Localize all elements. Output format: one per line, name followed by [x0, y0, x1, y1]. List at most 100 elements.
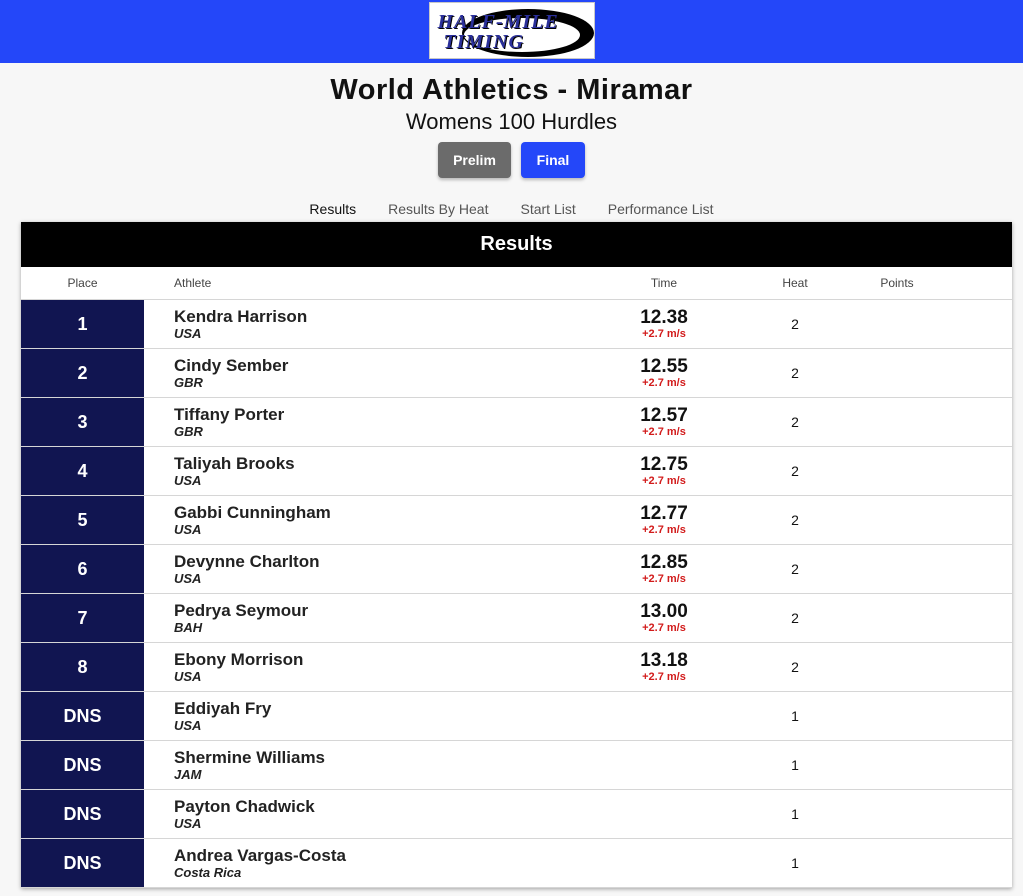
- place-cell: 5: [21, 496, 144, 544]
- heat-cell: 1: [791, 806, 799, 822]
- prelim-button[interactable]: Prelim: [438, 142, 511, 178]
- table-row[interactable]: 8 Ebony Morrison USA 13.18 +2.7 m/s 2: [21, 643, 1012, 692]
- athlete-cell: Pedrya Seymour BAH: [144, 594, 584, 642]
- points-cell: [846, 839, 948, 887]
- time-cell: 12.85 +2.7 m/s: [584, 545, 744, 593]
- athlete-team: USA: [174, 325, 202, 341]
- athlete-name[interactable]: Taliyah Brooks: [174, 454, 584, 473]
- athlete-team: GBR: [174, 423, 203, 439]
- wind-reading: +2.7 m/s: [642, 671, 686, 683]
- heat-cell: 2: [791, 414, 799, 430]
- time-value: 12.75: [640, 454, 688, 475]
- time-value: 12.77: [640, 503, 688, 524]
- points-cell: [846, 300, 948, 348]
- final-button[interactable]: Final: [521, 142, 585, 178]
- logo-line-2: TIMING: [443, 31, 524, 53]
- points-cell: [846, 692, 948, 740]
- table-row[interactable]: 3 Tiffany Porter GBR 12.57 +2.7 m/s 2: [21, 398, 1012, 447]
- athlete-cell: Andrea Vargas-Costa Costa Rica: [144, 839, 584, 887]
- heat-cell: 1: [791, 757, 799, 773]
- heat-cell: 2: [791, 561, 799, 577]
- athlete-name[interactable]: Andrea Vargas-Costa: [174, 846, 584, 865]
- event-title: Womens 100 Hurdles: [405, 109, 618, 134]
- place-cell: 6: [21, 545, 144, 593]
- points-cell: [846, 741, 948, 789]
- athlete-team: USA: [174, 717, 202, 733]
- athlete-cell: Shermine Williams JAM: [144, 741, 584, 789]
- table-row[interactable]: 6 Devynne Charlton USA 12.85 +2.7 m/s 2: [21, 545, 1012, 594]
- column-place: Place: [67, 276, 98, 290]
- athlete-name[interactable]: Cindy Sember: [174, 356, 584, 375]
- place-cell: 4: [21, 447, 144, 495]
- meet-title: World Athletics - Miramar: [330, 74, 693, 106]
- heat-cell: 2: [791, 316, 799, 332]
- athlete-cell: Devynne Charlton USA: [144, 545, 584, 593]
- table-row[interactable]: 5 Gabbi Cunningham USA 12.77 +2.7 m/s 2: [21, 496, 1012, 545]
- table-row[interactable]: DNS Eddiyah Fry USA 1: [21, 692, 1012, 741]
- time-cell: 12.77 +2.7 m/s: [584, 496, 744, 544]
- athlete-name[interactable]: Payton Chadwick: [174, 797, 584, 816]
- athlete-name[interactable]: Tiffany Porter: [174, 405, 584, 424]
- place-cell: 7: [21, 594, 144, 642]
- athlete-name[interactable]: Kendra Harrison: [174, 307, 584, 326]
- points-cell: [846, 398, 948, 446]
- athlete-cell: Kendra Harrison USA: [144, 300, 584, 348]
- athlete-name[interactable]: Gabbi Cunningham: [174, 503, 584, 522]
- athlete-team: USA: [174, 472, 202, 488]
- table-row[interactable]: 7 Pedrya Seymour BAH 13.00 +2.7 m/s 2: [21, 594, 1012, 643]
- time-cell: 12.57 +2.7 m/s: [584, 398, 744, 446]
- heat-cell: 2: [791, 512, 799, 528]
- table-row[interactable]: 4 Taliyah Brooks USA 12.75 +2.7 m/s 2: [21, 447, 1012, 496]
- table-row[interactable]: DNS Andrea Vargas-Costa Costa Rica 1: [21, 839, 1012, 888]
- time-value: 12.55: [640, 356, 688, 377]
- table-row[interactable]: DNS Shermine Williams JAM 1: [21, 741, 1012, 790]
- half-mile-timing-logo[interactable]: HALF-MILE TIMING: [428, 2, 595, 59]
- wind-reading: +2.7 m/s: [642, 573, 686, 585]
- time-cell: [584, 790, 744, 838]
- column-heat: Heat: [782, 276, 808, 290]
- results-column-headers: Place Athlete Time Heat Points: [21, 267, 1012, 300]
- column-time: Time: [650, 276, 678, 290]
- athlete-name[interactable]: Eddiyah Fry: [174, 699, 584, 718]
- results-panel: Results Place Athlete Time Heat Points 1…: [21, 222, 1012, 888]
- heat-cell: 2: [791, 463, 799, 479]
- athlete-team: Costa Rica: [174, 864, 242, 880]
- athlete-cell: Cindy Sember GBR: [144, 349, 584, 397]
- top-header-bar: HALF-MILE TIMING: [0, 0, 1023, 63]
- column-points: Points: [880, 276, 914, 290]
- place-cell: 3: [21, 398, 144, 446]
- athlete-cell: Payton Chadwick USA: [144, 790, 584, 838]
- heat-cell: 2: [791, 659, 799, 675]
- time-cell: 13.18 +2.7 m/s: [584, 643, 744, 691]
- wind-reading: +2.7 m/s: [642, 377, 686, 389]
- place-cell: DNS: [21, 790, 144, 838]
- table-row[interactable]: 1 Kendra Harrison USA 12.38 +2.7 m/s 2: [21, 300, 1012, 349]
- time-cell: 12.38 +2.7 m/s: [584, 300, 744, 348]
- logo-line-1: HALF-MILE: [437, 11, 559, 33]
- time-value: 12.85: [640, 552, 688, 573]
- athlete-cell: Taliyah Brooks USA: [144, 447, 584, 495]
- points-cell: [846, 790, 948, 838]
- athlete-team: USA: [174, 570, 202, 586]
- place-cell: 8: [21, 643, 144, 691]
- points-cell: [846, 545, 948, 593]
- time-cell: 13.00 +2.7 m/s: [584, 594, 744, 642]
- table-row[interactable]: 2 Cindy Sember GBR 12.55 +2.7 m/s 2: [21, 349, 1012, 398]
- athlete-name[interactable]: Ebony Morrison: [174, 650, 584, 669]
- wind-reading: +2.7 m/s: [642, 426, 686, 438]
- athlete-cell: Eddiyah Fry USA: [144, 692, 584, 740]
- results-table-body: 1 Kendra Harrison USA 12.38 +2.7 m/s 2 2 Cindy …: [21, 300, 1012, 888]
- athlete-team: BAH: [174, 619, 203, 635]
- points-cell: [846, 643, 948, 691]
- time-value: 13.00: [640, 601, 688, 622]
- athlete-name[interactable]: Shermine Williams: [174, 748, 584, 767]
- place-cell: 1: [21, 300, 144, 348]
- athlete-team: USA: [174, 521, 202, 537]
- wind-reading: +2.7 m/s: [642, 328, 686, 340]
- athlete-name[interactable]: Devynne Charlton: [174, 552, 584, 571]
- table-row[interactable]: DNS Payton Chadwick USA 1: [21, 790, 1012, 839]
- athlete-team: JAM: [174, 766, 202, 782]
- place-cell: DNS: [21, 692, 144, 740]
- athlete-name[interactable]: Pedrya Seymour: [174, 601, 584, 620]
- wind-reading: +2.7 m/s: [642, 475, 686, 487]
